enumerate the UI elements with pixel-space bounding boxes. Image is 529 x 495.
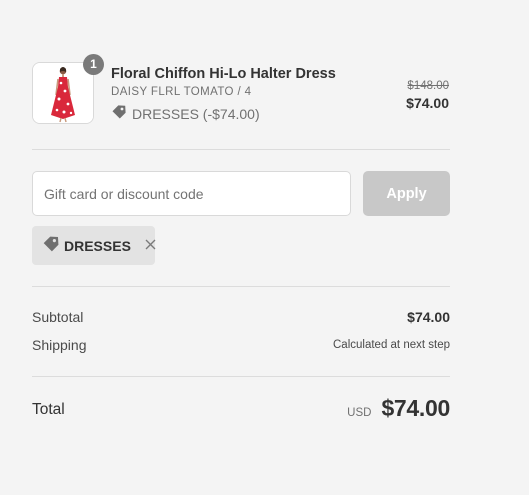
quantity-badge: 1 <box>83 54 104 75</box>
total-label: Total <box>32 401 65 418</box>
discount-code-input[interactable] <box>32 171 351 216</box>
product-discount: DRESSES (-$74.00) <box>111 104 260 123</box>
divider <box>32 376 450 377</box>
subtotal-value: $74.00 <box>407 309 450 325</box>
sale-price: $74.00 <box>406 95 449 111</box>
divider <box>32 149 450 150</box>
total-value: $74.00 <box>381 395 450 421</box>
close-icon[interactable] <box>145 238 156 253</box>
applied-discount-chip: DRESSES <box>32 226 156 265</box>
shipping-label: Shipping <box>32 337 87 353</box>
divider <box>32 286 450 287</box>
tag-icon <box>111 104 127 123</box>
red-floral-dress-image <box>33 63 93 123</box>
tag-icon <box>42 235 60 256</box>
product-name: Floral Chiffon Hi-Lo Halter Dress <box>111 66 336 82</box>
currency-code: USD <box>347 407 372 419</box>
product-variant: DAISY FLRL TOMATO / 4 <box>111 86 252 98</box>
subtotal-label: Subtotal <box>32 309 84 325</box>
shipping-value: Calculated at next step <box>333 339 450 351</box>
product-discount-label: DRESSES (-$74.00) <box>132 105 260 122</box>
original-price: $148.00 <box>407 80 449 92</box>
total-amount: USD $74.00 <box>347 395 450 422</box>
apply-button[interactable]: Apply <box>363 171 450 216</box>
applied-discount-label: DRESSES <box>64 237 131 254</box>
